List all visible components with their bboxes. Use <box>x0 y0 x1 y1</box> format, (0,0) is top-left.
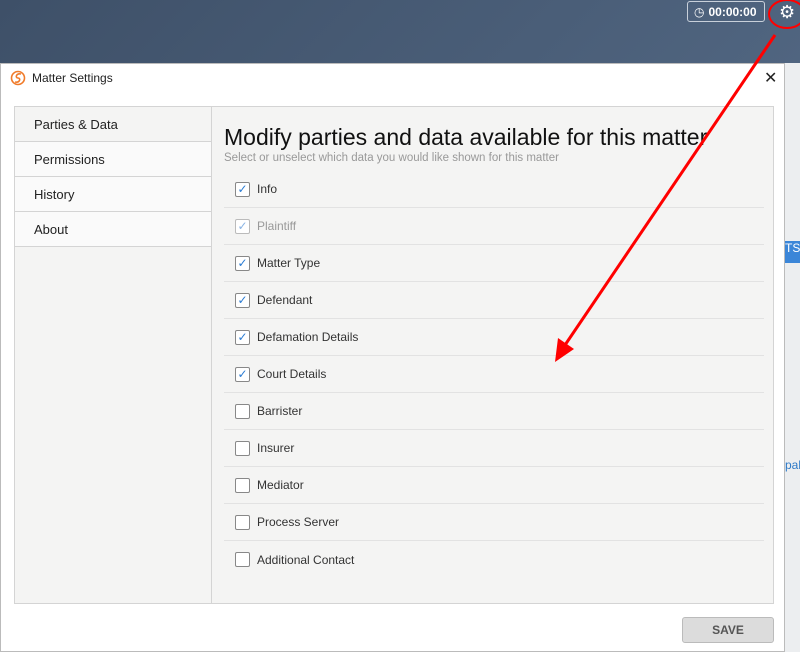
background-link: pal <box>785 458 800 472</box>
save-button[interactable]: SAVE <box>682 617 774 643</box>
page-subtitle: Select or unselect which data you would … <box>224 152 559 164</box>
option-row[interactable]: ✓ Defendant <box>224 282 764 319</box>
option-row[interactable]: Process Server <box>224 504 764 541</box>
checkbox[interactable] <box>235 477 250 493</box>
close-icon[interactable]: ✕ <box>764 68 777 88</box>
clock-icon: ◷ <box>694 4 705 19</box>
background-app <box>785 63 800 652</box>
checkbox[interactable] <box>235 440 250 456</box>
app-logo-icon <box>10 70 26 86</box>
background-tab: TS <box>785 241 800 263</box>
option-row[interactable]: ✓ Court Details <box>224 356 764 393</box>
page-title: Modify parties and data available for th… <box>224 124 708 150</box>
option-label: Info <box>257 182 278 196</box>
option-label: Mediator <box>257 478 304 492</box>
option-label: Defendant <box>257 293 313 307</box>
checkbox[interactable] <box>235 403 250 419</box>
sidebar-item-permissions[interactable]: Permissions <box>15 142 211 177</box>
app-header: ◷ 00:00:00 ⚙ <box>0 0 800 63</box>
checkbox[interactable] <box>235 514 250 530</box>
option-row[interactable]: Barrister <box>224 393 764 430</box>
sidebar-item-about[interactable]: About <box>15 212 211 247</box>
sidebar-item-history[interactable]: History <box>15 177 211 212</box>
settings-content: Modify parties and data available for th… <box>224 107 764 578</box>
option-row[interactable]: Mediator <box>224 467 764 504</box>
option-label: Additional Contact <box>257 552 355 567</box>
option-row[interactable]: Additional Contact <box>224 541 764 578</box>
dialog-title: Matter Settings <box>10 70 113 86</box>
checkbox[interactable] <box>235 552 250 567</box>
option-label: Process Server <box>257 515 340 529</box>
checkbox[interactable]: ✓ <box>235 255 250 271</box>
gear-icon[interactable]: ⚙ <box>779 2 795 23</box>
settings-sidebar: Parties & Data Permissions History About <box>15 107 212 603</box>
matter-settings-dialog: Matter Settings ✕ Parties & Data Permissi… <box>0 63 785 652</box>
option-label: Insurer <box>257 441 295 455</box>
option-row[interactable]: Insurer <box>224 430 764 467</box>
option-row[interactable]: ✓ Info <box>224 171 764 208</box>
sidebar-item-parties-data[interactable]: Parties & Data <box>15 107 211 142</box>
option-row[interactable]: ✓ Matter Type <box>224 245 764 282</box>
option-label: Defamation Details <box>257 330 359 344</box>
timer-button[interactable]: ◷ 00:00:00 <box>687 1 765 22</box>
option-label: Plaintiff <box>257 219 297 233</box>
option-row[interactable]: ✓ Plaintiff <box>224 208 764 245</box>
checkbox[interactable]: ✓ <box>235 292 250 308</box>
checkbox[interactable]: ✓ <box>235 218 250 234</box>
option-label: Barrister <box>257 404 303 418</box>
option-label: Matter Type <box>257 256 321 270</box>
checkbox[interactable]: ✓ <box>235 181 250 197</box>
settings-panel: Parties & Data Permissions History About Mo… <box>14 106 774 604</box>
option-row[interactable]: ✓ Defamation Details <box>224 319 764 356</box>
checkbox[interactable]: ✓ <box>235 329 250 345</box>
data-options-list: ✓ Info ✓ Plaintiff ✓ Matter Type ✓ Defendant ✓ De… <box>224 171 764 578</box>
checkbox[interactable]: ✓ <box>235 366 250 382</box>
option-label: Court Details <box>257 367 327 381</box>
